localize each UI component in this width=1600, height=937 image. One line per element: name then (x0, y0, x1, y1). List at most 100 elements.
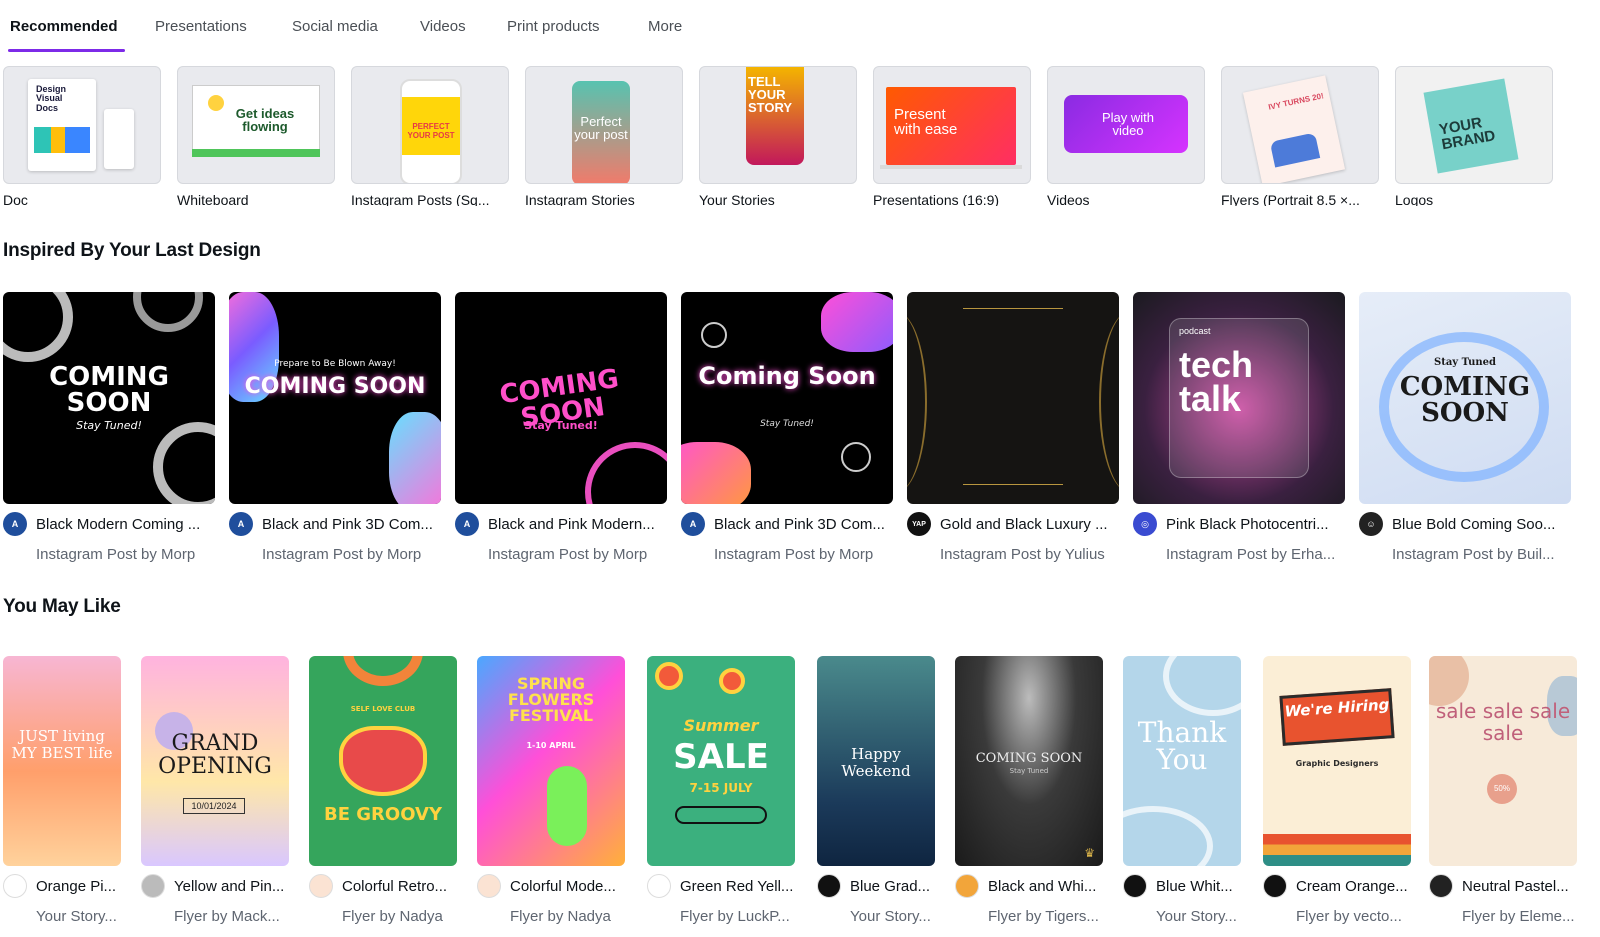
design-type-whiteboard[interactable]: Get ideas flowing Whiteboard (177, 66, 335, 206)
template-creator: Instagram Post by Morp (262, 546, 422, 563)
tab-social-media[interactable]: Social media (292, 18, 378, 35)
design-type-label: Flyers (Portrait 8.5 ×... (1221, 192, 1360, 206)
inspired-card[interactable]: Prepare to Be Blown Away! COMING SOON A … (229, 292, 441, 572)
inspired-card[interactable]: COMING SOON Stay Tuned! A Black and Pink… (455, 292, 667, 572)
design-type-label: Videos (1047, 192, 1090, 206)
template-thumbnail: COMING SOON Stay Tuned ♛ (955, 656, 1103, 866)
template-headline: COMING SOON (244, 374, 426, 399)
template-thumbnail: JUST living MY BEST life (3, 656, 121, 866)
design-type-logos[interactable]: YOUR BRAND Logos (1395, 66, 1553, 206)
template-thumbnail: COMING SOON Stay Tuned! (3, 292, 215, 504)
may-like-card[interactable]: Summer SALE 7-15 JULY Green Red Yell... … (647, 656, 795, 937)
template-subline: Prepare to Be Blown Away! (274, 359, 396, 369)
tab-videos[interactable]: Videos (420, 18, 466, 35)
design-type-flyers[interactable]: IVY TURNS 20! Flyers (Portrait 8.5 ×... (1221, 66, 1379, 206)
whiteboard-thumb-text: Get ideas flowing (235, 106, 295, 134)
inspired-card[interactable]: Stay Tuned COMING SOON ☺ Blue Bold Comin… (1359, 292, 1571, 572)
design-type-videos[interactable]: Play with video Videos (1047, 66, 1205, 206)
creator-avatar (1429, 874, 1453, 898)
instagram-stories-thumb-text: Perfect your post (574, 114, 628, 142)
template-headline: tech talk (1179, 344, 1254, 420)
template-subline: 50% (1487, 774, 1517, 804)
section-title-inspired: Inspired By Your Last Design (3, 240, 261, 261)
template-subline: 7-15 JULY (689, 781, 753, 795)
template-thumbnail: sale sale sale sale 50% (1429, 656, 1577, 866)
template-thumbnail: GRAND OPENING 10/01/2024 (141, 656, 289, 866)
template-thumbnail: We're Hiring Graphic Designers (1263, 656, 1411, 866)
template-creator: Instagram Post by Morp (488, 546, 648, 563)
template-thumbnail: podcast tech talk (1133, 292, 1345, 504)
template-title: Pink Black Photocentri... (1166, 516, 1329, 533)
crown-icon: ♛ (1084, 846, 1095, 860)
flyers-thumbnail: IVY TURNS 20! (1221, 66, 1379, 184)
creator-avatar (141, 874, 165, 898)
tab-presentations[interactable]: Presentations (155, 18, 247, 35)
template-headline: Coming Soon (698, 362, 876, 390)
creator-avatar (477, 874, 501, 898)
logos-thumbnail: YOUR BRAND (1395, 66, 1553, 184)
template-creator: Flyer by Nadya (342, 908, 443, 925)
template-thumbnail: Happy Weekend (817, 656, 935, 866)
may-like-card[interactable]: GRAND OPENING 10/01/2024 Yellow and Pin.… (141, 656, 289, 937)
template-creator: Flyer by Eleme... (1462, 908, 1575, 925)
design-type-your-stories[interactable]: TELL YOUR STORY Your Stories (699, 66, 857, 206)
inspired-card[interactable]: YAP Gold and Black Luxury ... Instagram … (907, 292, 1119, 572)
template-title: Cream Orange... (1296, 878, 1408, 895)
design-type-label: Instagram Posts (Sq... (351, 192, 490, 206)
template-creator: Instagram Post by Morp (714, 546, 874, 563)
template-subline: podcast (1179, 326, 1211, 336)
may-like-card[interactable]: JUST living MY BEST life Orange Pi... Yo… (3, 656, 121, 937)
may-like-card[interactable]: COMING SOON Stay Tuned ♛ Black and Whi..… (955, 656, 1103, 937)
doc-thumb-text: Design Visual Docs (36, 84, 67, 113)
template-creator: Flyer by vecto... (1296, 908, 1402, 925)
design-type-doc[interactable]: Design Visual Docs Doc (3, 66, 161, 206)
your-stories-thumb-text: TELL YOUR STORY (748, 74, 793, 115)
creator-avatar: ◎ (1133, 512, 1157, 536)
template-headline: JUST living MY BEST life (11, 727, 113, 762)
template-creator: Instagram Post by Buil... (1392, 546, 1555, 563)
template-subline: 1-10 APRIL (526, 741, 576, 750)
may-like-card[interactable]: Happy Weekend Blue Grad... Your Story... (817, 656, 935, 937)
presentations-thumbnail: Present with ease (873, 66, 1031, 184)
template-creator: Instagram Post by Yulius (940, 546, 1105, 563)
template-title: Yellow and Pin... (174, 878, 285, 895)
inspired-card[interactable]: podcast tech talk ◎ Pink Black Photocent… (1133, 292, 1345, 572)
template-creator: Instagram Post by Morp (36, 546, 196, 563)
may-like-card[interactable]: SELF LOVE CLUB BE GROOVY Colorful Retro.… (309, 656, 457, 937)
tab-print-products[interactable]: Print products (507, 18, 600, 35)
template-title: Colorful Mode... (510, 878, 616, 895)
design-type-presentations[interactable]: Present with ease Presentations (16:9) (873, 66, 1031, 206)
template-subline: 10/01/2024 (183, 798, 245, 814)
template-title: Black and Pink 3D Com... (714, 516, 885, 533)
creator-avatar: A (3, 512, 27, 536)
design-type-instagram-posts[interactable]: PERFECT YOUR POST Instagram Posts (Sq... (351, 66, 509, 206)
template-thumbnail: Prepare to Be Blown Away! COMING SOON (229, 292, 441, 504)
creator-avatar: A (455, 512, 479, 536)
template-creator: Flyer by Tigers... (988, 908, 1099, 925)
template-creator: Your Story... (36, 908, 117, 925)
design-type-label: Logos (1395, 192, 1434, 206)
template-title: Blue Bold Coming Soo... (1392, 516, 1556, 533)
tab-recommended[interactable]: Recommended (10, 18, 118, 35)
template-creator: Your Story... (850, 908, 931, 925)
doc-thumbnail: Design Visual Docs (3, 66, 161, 184)
may-like-card[interactable]: SPRING FLOWERS FESTIVAL 1-10 APRIL Color… (477, 656, 625, 937)
template-title: Blue Whit... (1156, 878, 1233, 895)
may-like-card[interactable]: sale sale sale sale 50% Neutral Pastel..… (1429, 656, 1577, 937)
template-headline: COMING SOON (975, 751, 1083, 766)
template-sub-label: Summer (683, 716, 759, 735)
design-type-instagram-stories[interactable]: Perfect your post Instagram Stories (525, 66, 683, 206)
may-like-card[interactable]: Thank You Blue Whit... Your Story... (1123, 656, 1241, 937)
videos-thumb-text: Play with video (1101, 110, 1155, 138)
tab-more[interactable]: More (648, 18, 682, 35)
inspired-card[interactable]: COMING SOON Stay Tuned! A Black Modern C… (3, 292, 215, 572)
template-headline: SALE (673, 737, 769, 777)
inspired-card[interactable]: Coming Soon Stay Tuned! A Black and Pink… (681, 292, 893, 572)
design-type-label: Your Stories (699, 192, 775, 206)
template-thumbnail: SPRING FLOWERS FESTIVAL 1-10 APRIL (477, 656, 625, 866)
instagram-stories-thumbnail: Perfect your post (525, 66, 683, 184)
creator-avatar: A (681, 512, 705, 536)
may-like-card[interactable]: We're Hiring Graphic Designers Cream Ora… (1263, 656, 1411, 937)
template-creator: Flyer by Mack... (174, 908, 280, 925)
section-title-may-like: You May Like (3, 596, 121, 617)
